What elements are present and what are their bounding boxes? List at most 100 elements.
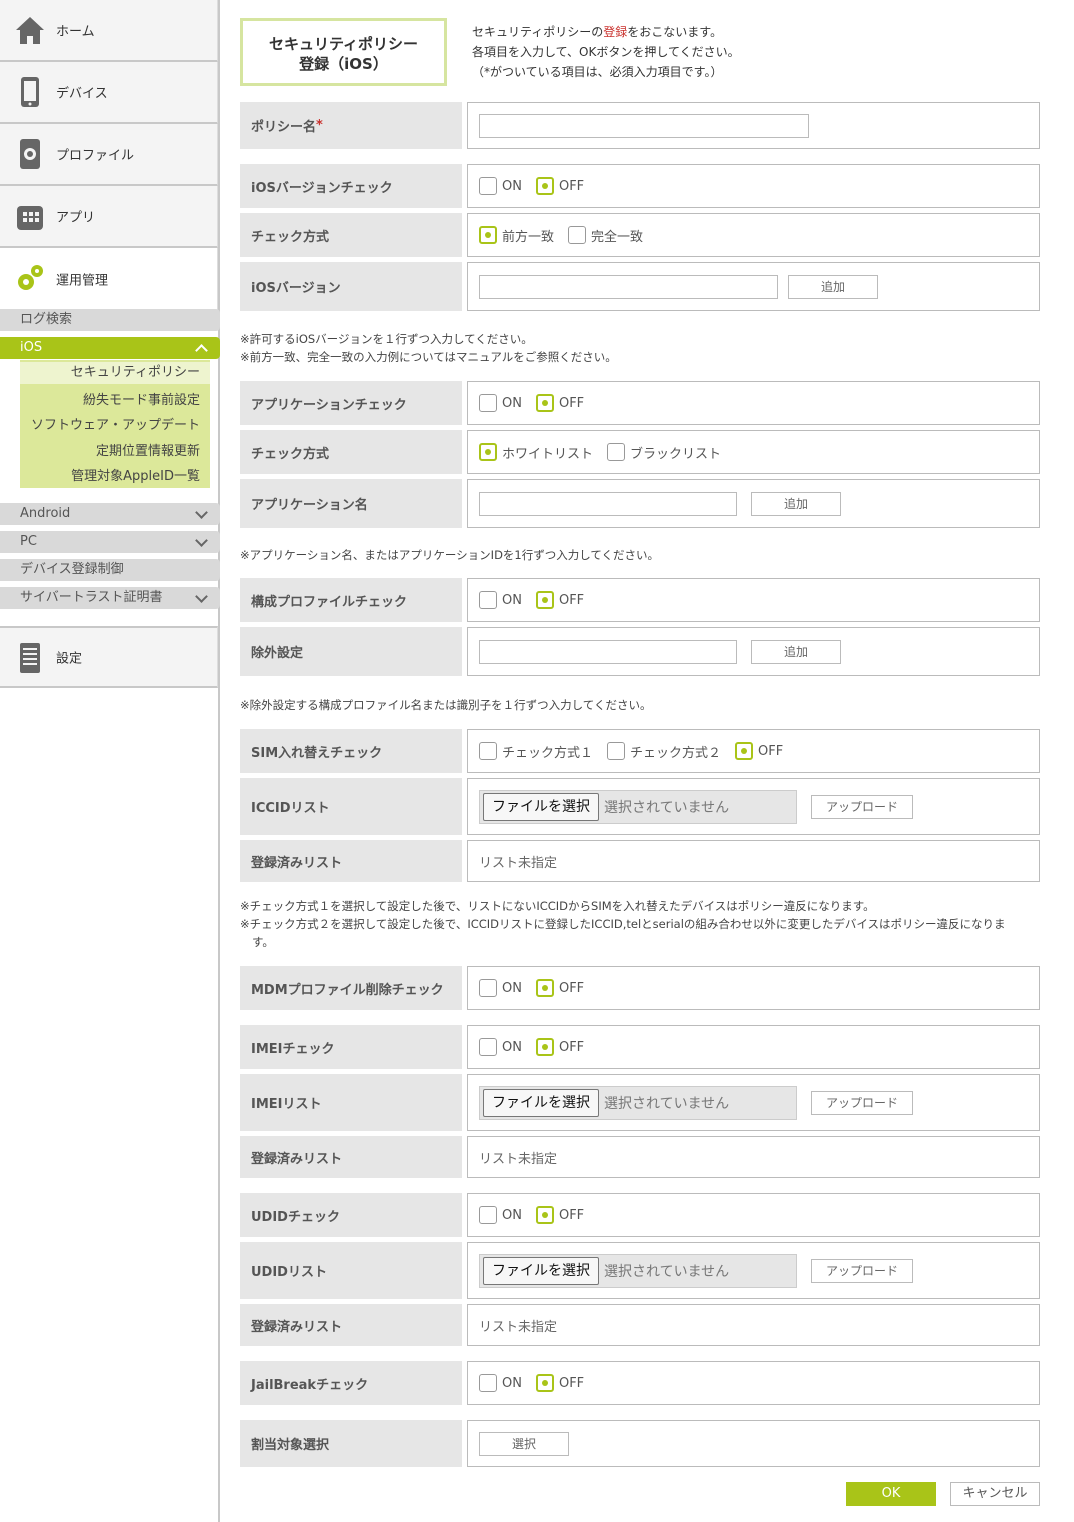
chevron-down-icon — [195, 506, 208, 519]
checkbox[interactable] — [568, 226, 587, 244]
udid-check-off[interactable]: OFF — [535, 1206, 584, 1224]
checkbox[interactable] — [479, 591, 497, 609]
exclusion-add-button[interactable]: 追加 — [751, 639, 841, 664]
checkbox[interactable] — [479, 394, 497, 412]
label-assign: 割当対象選択 — [240, 1420, 462, 1467]
submenu-lost-mode[interactable]: 紛失モード事前設定 — [83, 389, 200, 408]
sidebar-cert[interactable]: サイバートラスト証明書 — [0, 587, 220, 609]
checkbox-checked[interactable] — [535, 1374, 554, 1392]
title-line: セキュリティポリシー — [268, 35, 419, 53]
checkbox[interactable] — [479, 1206, 497, 1224]
app-name-add-button[interactable]: 追加 — [751, 491, 841, 516]
ios-version-input[interactable] — [479, 274, 778, 299]
blacklist-option[interactable]: ブラックリスト — [607, 443, 721, 462]
imei-upload-button[interactable]: アップロード — [811, 1090, 913, 1115]
app-check-on[interactable]: ON — [479, 394, 522, 412]
cancel-button[interactable]: キャンセル — [950, 1482, 1040, 1506]
assign-select-button[interactable]: 選択 — [479, 1431, 569, 1456]
iccid-registered-value: リスト未指定 — [467, 840, 1040, 882]
option-label: ON — [502, 1039, 522, 1055]
imei-check-off[interactable]: OFF — [535, 1038, 584, 1056]
jailbreak-check-on[interactable]: ON — [479, 1374, 522, 1392]
choose-file-button[interactable]: ファイルを選択 — [483, 1256, 599, 1285]
app-name-input[interactable] — [479, 491, 737, 516]
imei-registered-value: リスト未指定 — [467, 1136, 1040, 1178]
checkbox[interactable] — [479, 1038, 497, 1056]
checkbox[interactable] — [479, 742, 497, 760]
option-label: チェック方式２ — [630, 745, 722, 761]
udid-upload-button[interactable]: アップロード — [811, 1258, 913, 1283]
choose-file-button[interactable]: ファイルを選択 — [483, 792, 599, 821]
home-icon — [16, 17, 44, 44]
udid-check-on[interactable]: ON — [479, 1206, 522, 1224]
prefix-match-option[interactable]: 前方一致 — [479, 226, 554, 245]
submenu-software-update[interactable]: ソフトウェア・アップデート — [31, 414, 200, 433]
note-line: す。 — [252, 935, 274, 949]
checkbox[interactable] — [479, 1374, 497, 1392]
mdm-check-on[interactable]: ON — [479, 979, 522, 997]
checkbox[interactable] — [479, 177, 497, 195]
sidebar-log-search[interactable]: ログ検索 — [0, 309, 220, 331]
sim-method2-option[interactable]: チェック方式２ — [607, 742, 721, 761]
sidebar-android[interactable]: Android — [0, 503, 220, 525]
sidebar-device-reg[interactable]: デバイス登録制御 — [0, 559, 220, 581]
sidebar-pc[interactable]: PC — [0, 531, 220, 553]
bar-label: Android — [20, 506, 71, 521]
submenu-location-update[interactable]: 定期位置情報更新 — [96, 440, 200, 459]
nav-settings[interactable]: 設定 — [0, 626, 218, 688]
file-status: 選択されていません — [604, 799, 730, 816]
nav-app[interactable]: アプリ — [0, 186, 218, 248]
checkbox-checked[interactable] — [735, 742, 754, 760]
checkbox-checked[interactable] — [479, 226, 497, 244]
iccid-file-input[interactable]: ファイルを選択 選択されていません — [479, 789, 797, 824]
imei-file-input[interactable]: ファイルを選択 選択されていません — [479, 1085, 797, 1120]
checkbox[interactable] — [479, 979, 497, 997]
checkbox-checked[interactable] — [535, 1038, 554, 1056]
choose-file-button[interactable]: ファイルを選択 — [483, 1088, 599, 1117]
sim-off-option[interactable]: OFF — [735, 742, 783, 760]
label-policy-name: ポリシー名 * — [240, 102, 462, 149]
nav-label: 運用管理 — [56, 273, 109, 289]
iccid-upload-button[interactable]: アップロード — [811, 794, 913, 819]
checkbox-checked[interactable] — [479, 443, 497, 461]
chevron-down-icon — [195, 534, 208, 547]
ok-button[interactable]: OK — [846, 1482, 936, 1506]
policy-name-input[interactable] — [479, 113, 809, 138]
nav-home[interactable]: ホーム — [0, 0, 218, 62]
sidebar-ios[interactable]: iOS — [0, 337, 220, 359]
ios-version-check-off[interactable]: OFF — [535, 177, 584, 195]
udid-check-cell: ON OFF — [467, 1193, 1040, 1237]
checkbox-checked[interactable] — [535, 1206, 554, 1224]
exclusion-input[interactable] — [479, 639, 737, 664]
label-ios-version-check: iOSバージョンチェック — [240, 164, 462, 208]
checkbox-checked[interactable] — [535, 591, 554, 609]
ios-version-add-button[interactable]: 追加 — [788, 274, 878, 299]
sim-method1-option[interactable]: チェック方式１ — [479, 742, 593, 761]
config-check-off[interactable]: OFF — [535, 591, 584, 609]
chevron-up-icon — [195, 344, 208, 357]
exact-match-option[interactable]: 完全一致 — [568, 226, 643, 245]
ios-version-check-on[interactable]: ON — [479, 177, 522, 195]
jailbreak-check-off[interactable]: OFF — [535, 1374, 584, 1392]
whitelist-option[interactable]: ホワイトリスト — [479, 443, 593, 462]
udid-file-input[interactable]: ファイルを選択 選択されていません — [479, 1253, 797, 1288]
checkbox-checked[interactable] — [535, 177, 554, 195]
nav-device[interactable]: デバイス — [0, 62, 218, 124]
submenu-security-policy[interactable]: セキュリティポリシー — [20, 362, 210, 384]
config-check-on[interactable]: ON — [479, 591, 522, 609]
mdm-check-off[interactable]: OFF — [535, 979, 584, 997]
checkbox[interactable] — [607, 742, 626, 760]
checkbox[interactable] — [607, 443, 626, 461]
nav-operations[interactable]: 運用管理 — [0, 248, 218, 310]
option-label: ブラックリスト — [630, 446, 722, 462]
imei-check-on[interactable]: ON — [479, 1038, 522, 1056]
intro-highlight: 登録 — [603, 25, 628, 39]
app-check-off[interactable]: OFF — [535, 394, 584, 412]
checkbox-checked[interactable] — [535, 394, 554, 412]
bar-label: ログ検索 — [20, 312, 73, 327]
nav-profile[interactable]: プロファイル — [0, 124, 218, 186]
app-check-method-cell: ホワイトリスト ブラックリスト — [467, 430, 1040, 474]
checkbox-checked[interactable] — [535, 979, 554, 997]
label-mdm-check: MDMプロファイル削除チェック — [240, 966, 462, 1010]
submenu-apple-id[interactable]: 管理対象AppleID一覧 — [71, 465, 200, 484]
